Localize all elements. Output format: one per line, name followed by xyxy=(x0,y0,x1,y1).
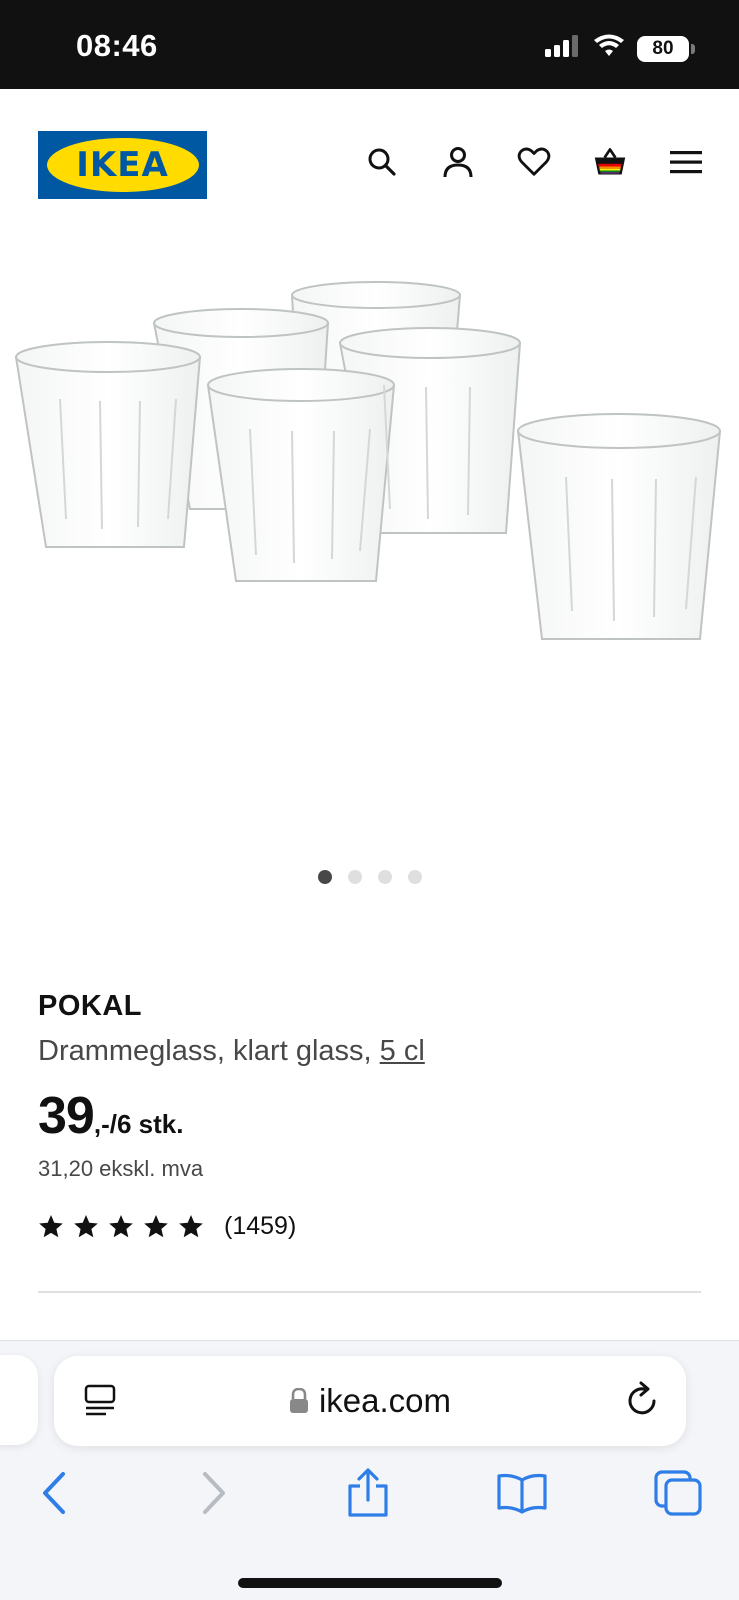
site-header: IKEA xyxy=(0,89,739,219)
menu-icon[interactable] xyxy=(669,145,703,179)
product-price: 39 ,-/6 stk. xyxy=(38,1086,701,1146)
ikea-logo[interactable]: IKEA xyxy=(38,131,207,199)
battery-icon: 80 xyxy=(637,35,695,62)
star-icon xyxy=(179,1215,203,1238)
account-icon[interactable] xyxy=(441,145,475,179)
share-icon[interactable] xyxy=(338,1463,398,1523)
reload-icon[interactable] xyxy=(624,1381,662,1426)
gallery-dot-4[interactable] xyxy=(407,870,422,884)
product-info: POKAL Drammeglass, klart glass, 5 cl 39 … xyxy=(38,990,701,1241)
wifi-icon xyxy=(593,34,625,63)
browser-bottom-bar: ikea.com xyxy=(0,1340,739,1600)
gallery-pagination xyxy=(0,870,739,884)
search-icon[interactable] xyxy=(365,145,399,179)
status-bar: 08:46 80 xyxy=(0,0,739,89)
favourites-heart-icon[interactable] xyxy=(517,145,551,179)
home-indicator xyxy=(238,1578,502,1588)
product-name: POKAL xyxy=(38,990,142,1022)
star-icon xyxy=(144,1215,168,1238)
url-display: ikea.com xyxy=(54,1356,686,1446)
product-image xyxy=(14,281,722,640)
price-suffix: ,-/6 stk. xyxy=(93,1109,184,1139)
gallery-dot-1[interactable] xyxy=(317,870,332,884)
forward-icon[interactable] xyxy=(184,1463,244,1523)
star-icon xyxy=(109,1215,133,1238)
address-bar[interactable]: ikea.com xyxy=(54,1356,686,1446)
price-excl-vat: 31,20 ekskl. mva xyxy=(38,1156,204,1181)
logo-oval: IKEA xyxy=(46,138,199,192)
product-image-gallery[interactable] xyxy=(0,219,739,879)
gallery-dot-3[interactable] xyxy=(377,870,392,884)
cellular-signal-icon xyxy=(545,34,581,63)
product-size-link[interactable]: 5 cl xyxy=(380,1035,425,1067)
section-divider xyxy=(38,1291,701,1293)
product-description: Drammeglass, klart glass, 5 cl xyxy=(38,1035,701,1068)
lock-icon xyxy=(289,1388,308,1413)
price-integer: 39 xyxy=(38,1087,95,1145)
gallery-dot-2[interactable] xyxy=(347,870,362,884)
browser-toolbar xyxy=(0,1463,739,1523)
status-time: 08:46 xyxy=(76,28,158,63)
status-icons: 80 xyxy=(545,34,695,63)
bookmarks-icon[interactable] xyxy=(492,1463,552,1523)
previous-tab-preview[interactable] xyxy=(0,1355,38,1445)
url-text: ikea.com xyxy=(318,1382,452,1419)
rating-stars xyxy=(38,1214,204,1239)
shopping-basket-icon[interactable] xyxy=(593,145,627,179)
star-icon xyxy=(74,1215,98,1238)
rating-count: (1459) xyxy=(224,1212,297,1240)
header-icons xyxy=(365,145,703,179)
product-description-text: Drammeglass, klart glass, xyxy=(38,1035,380,1067)
logo-text: IKEA xyxy=(76,145,169,185)
tabs-icon[interactable] xyxy=(648,1463,708,1523)
back-icon[interactable] xyxy=(24,1463,84,1523)
star-icon xyxy=(39,1215,63,1238)
product-rating[interactable]: (1459) xyxy=(38,1212,701,1241)
